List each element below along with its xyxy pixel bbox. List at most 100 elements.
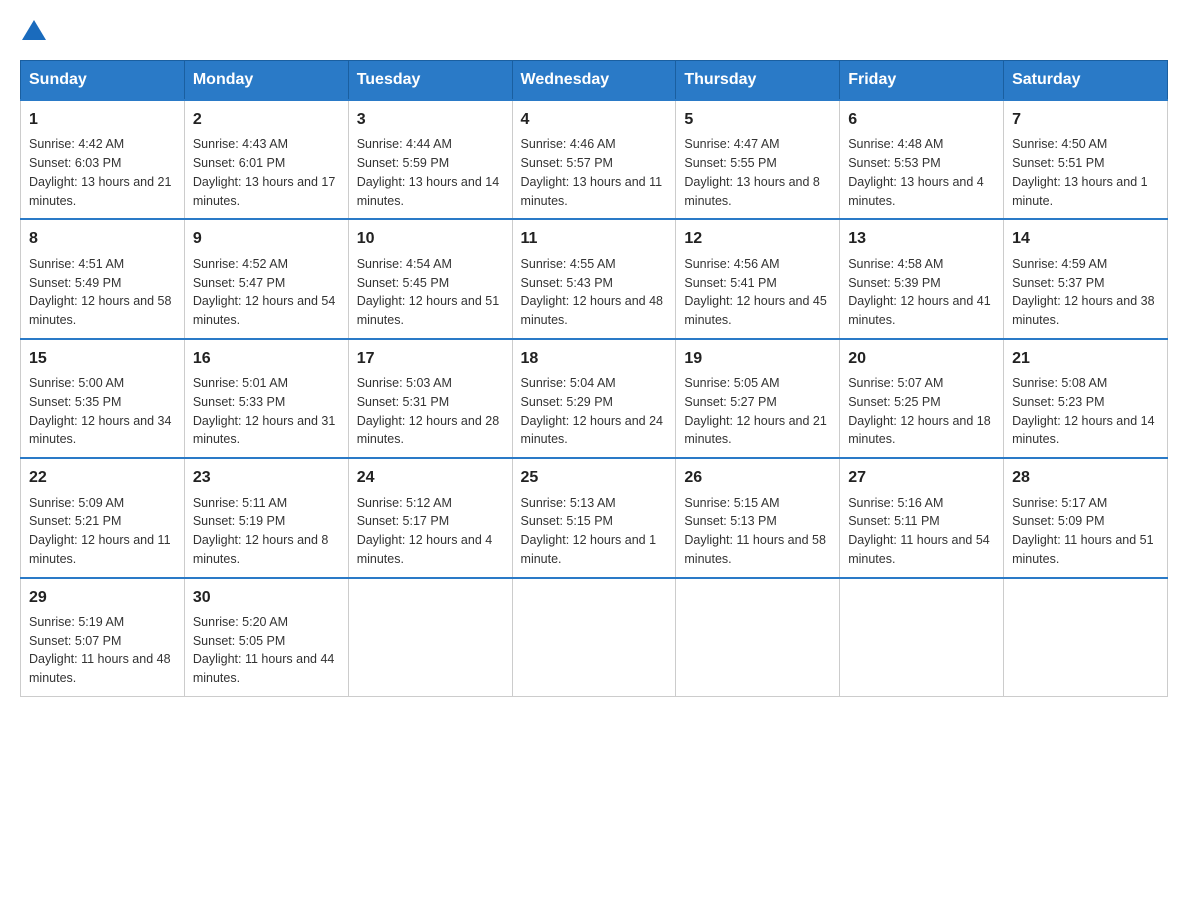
calendar-cell: 15 Sunrise: 5:00 AMSunset: 5:35 PMDaylig…	[21, 339, 185, 458]
day-number: 12	[684, 228, 831, 250]
day-info: Sunrise: 5:03 AMSunset: 5:31 PMDaylight:…	[357, 376, 499, 446]
calendar-cell	[512, 578, 676, 697]
day-number: 11	[521, 228, 668, 250]
day-info: Sunrise: 5:09 AMSunset: 5:21 PMDaylight:…	[29, 496, 171, 566]
calendar-cell: 20 Sunrise: 5:07 AMSunset: 5:25 PMDaylig…	[840, 339, 1004, 458]
calendar-cell	[1004, 578, 1168, 697]
day-info: Sunrise: 4:44 AMSunset: 5:59 PMDaylight:…	[357, 137, 499, 207]
day-number: 8	[29, 228, 176, 250]
day-number: 27	[848, 467, 995, 489]
day-number: 24	[357, 467, 504, 489]
day-number: 3	[357, 109, 504, 131]
calendar-cell: 14 Sunrise: 4:59 AMSunset: 5:37 PMDaylig…	[1004, 219, 1168, 338]
day-info: Sunrise: 5:04 AMSunset: 5:29 PMDaylight:…	[521, 376, 663, 446]
header-wednesday: Wednesday	[512, 61, 676, 101]
calendar-cell: 7 Sunrise: 4:50 AMSunset: 5:51 PMDayligh…	[1004, 100, 1168, 219]
calendar-cell: 29 Sunrise: 5:19 AMSunset: 5:07 PMDaylig…	[21, 578, 185, 697]
week-row-4: 22 Sunrise: 5:09 AMSunset: 5:21 PMDaylig…	[21, 458, 1168, 577]
day-number: 17	[357, 348, 504, 370]
day-info: Sunrise: 5:00 AMSunset: 5:35 PMDaylight:…	[29, 376, 171, 446]
day-info: Sunrise: 4:48 AMSunset: 5:53 PMDaylight:…	[848, 137, 984, 207]
day-info: Sunrise: 5:16 AMSunset: 5:11 PMDaylight:…	[848, 496, 990, 566]
day-number: 23	[193, 467, 340, 489]
calendar-table: SundayMondayTuesdayWednesdayThursdayFrid…	[20, 60, 1168, 697]
calendar-cell: 16 Sunrise: 5:01 AMSunset: 5:33 PMDaylig…	[184, 339, 348, 458]
day-info: Sunrise: 5:13 AMSunset: 5:15 PMDaylight:…	[521, 496, 657, 566]
day-info: Sunrise: 5:05 AMSunset: 5:27 PMDaylight:…	[684, 376, 826, 446]
header-tuesday: Tuesday	[348, 61, 512, 101]
calendar-cell: 30 Sunrise: 5:20 AMSunset: 5:05 PMDaylig…	[184, 578, 348, 697]
week-row-5: 29 Sunrise: 5:19 AMSunset: 5:07 PMDaylig…	[21, 578, 1168, 697]
day-info: Sunrise: 5:12 AMSunset: 5:17 PMDaylight:…	[357, 496, 493, 566]
calendar-cell: 12 Sunrise: 4:56 AMSunset: 5:41 PMDaylig…	[676, 219, 840, 338]
day-number: 2	[193, 109, 340, 131]
day-number: 18	[521, 348, 668, 370]
day-info: Sunrise: 4:51 AMSunset: 5:49 PMDaylight:…	[29, 257, 171, 327]
day-number: 6	[848, 109, 995, 131]
day-info: Sunrise: 4:52 AMSunset: 5:47 PMDaylight:…	[193, 257, 335, 327]
calendar-cell: 13 Sunrise: 4:58 AMSunset: 5:39 PMDaylig…	[840, 219, 1004, 338]
day-info: Sunrise: 4:59 AMSunset: 5:37 PMDaylight:…	[1012, 257, 1154, 327]
calendar-cell: 1 Sunrise: 4:42 AMSunset: 6:03 PMDayligh…	[21, 100, 185, 219]
week-row-3: 15 Sunrise: 5:00 AMSunset: 5:35 PMDaylig…	[21, 339, 1168, 458]
calendar-cell: 27 Sunrise: 5:16 AMSunset: 5:11 PMDaylig…	[840, 458, 1004, 577]
day-number: 10	[357, 228, 504, 250]
day-number: 13	[848, 228, 995, 250]
header-thursday: Thursday	[676, 61, 840, 101]
day-info: Sunrise: 4:55 AMSunset: 5:43 PMDaylight:…	[521, 257, 663, 327]
day-info: Sunrise: 4:43 AMSunset: 6:01 PMDaylight:…	[193, 137, 335, 207]
day-number: 14	[1012, 228, 1159, 250]
calendar-cell: 17 Sunrise: 5:03 AMSunset: 5:31 PMDaylig…	[348, 339, 512, 458]
calendar-cell: 2 Sunrise: 4:43 AMSunset: 6:01 PMDayligh…	[184, 100, 348, 219]
calendar-cell: 9 Sunrise: 4:52 AMSunset: 5:47 PMDayligh…	[184, 219, 348, 338]
day-number: 20	[848, 348, 995, 370]
day-info: Sunrise: 5:15 AMSunset: 5:13 PMDaylight:…	[684, 496, 826, 566]
day-number: 16	[193, 348, 340, 370]
day-info: Sunrise: 5:08 AMSunset: 5:23 PMDaylight:…	[1012, 376, 1154, 446]
calendar-cell: 5 Sunrise: 4:47 AMSunset: 5:55 PMDayligh…	[676, 100, 840, 219]
calendar-cell: 25 Sunrise: 5:13 AMSunset: 5:15 PMDaylig…	[512, 458, 676, 577]
header-friday: Friday	[840, 61, 1004, 101]
day-number: 29	[29, 587, 176, 609]
day-info: Sunrise: 4:46 AMSunset: 5:57 PMDaylight:…	[521, 137, 663, 207]
day-number: 4	[521, 109, 668, 131]
day-number: 1	[29, 109, 176, 131]
week-row-2: 8 Sunrise: 4:51 AMSunset: 5:49 PMDayligh…	[21, 219, 1168, 338]
header-sunday: Sunday	[21, 61, 185, 101]
day-number: 28	[1012, 467, 1159, 489]
day-info: Sunrise: 5:11 AMSunset: 5:19 PMDaylight:…	[193, 496, 329, 566]
page-header	[20, 20, 1168, 40]
day-number: 5	[684, 109, 831, 131]
calendar-cell: 8 Sunrise: 4:51 AMSunset: 5:49 PMDayligh…	[21, 219, 185, 338]
day-info: Sunrise: 4:42 AMSunset: 6:03 PMDaylight:…	[29, 137, 171, 207]
day-info: Sunrise: 5:17 AMSunset: 5:09 PMDaylight:…	[1012, 496, 1154, 566]
logo-triangle-icon	[22, 20, 46, 40]
day-info: Sunrise: 5:01 AMSunset: 5:33 PMDaylight:…	[193, 376, 335, 446]
calendar-cell: 10 Sunrise: 4:54 AMSunset: 5:45 PMDaylig…	[348, 219, 512, 338]
header-saturday: Saturday	[1004, 61, 1168, 101]
day-info: Sunrise: 5:07 AMSunset: 5:25 PMDaylight:…	[848, 376, 990, 446]
day-info: Sunrise: 4:56 AMSunset: 5:41 PMDaylight:…	[684, 257, 826, 327]
day-number: 19	[684, 348, 831, 370]
day-number: 9	[193, 228, 340, 250]
logo	[20, 20, 48, 40]
day-number: 15	[29, 348, 176, 370]
calendar-cell: 23 Sunrise: 5:11 AMSunset: 5:19 PMDaylig…	[184, 458, 348, 577]
calendar-cell	[840, 578, 1004, 697]
day-info: Sunrise: 5:19 AMSunset: 5:07 PMDaylight:…	[29, 615, 171, 685]
day-number: 25	[521, 467, 668, 489]
calendar-cell: 28 Sunrise: 5:17 AMSunset: 5:09 PMDaylig…	[1004, 458, 1168, 577]
calendar-cell: 24 Sunrise: 5:12 AMSunset: 5:17 PMDaylig…	[348, 458, 512, 577]
calendar-cell	[348, 578, 512, 697]
header-monday: Monday	[184, 61, 348, 101]
day-info: Sunrise: 4:47 AMSunset: 5:55 PMDaylight:…	[684, 137, 820, 207]
calendar-cell: 19 Sunrise: 5:05 AMSunset: 5:27 PMDaylig…	[676, 339, 840, 458]
calendar-cell: 26 Sunrise: 5:15 AMSunset: 5:13 PMDaylig…	[676, 458, 840, 577]
calendar-cell: 3 Sunrise: 4:44 AMSunset: 5:59 PMDayligh…	[348, 100, 512, 219]
day-number: 7	[1012, 109, 1159, 131]
calendar-cell	[676, 578, 840, 697]
calendar-cell: 18 Sunrise: 5:04 AMSunset: 5:29 PMDaylig…	[512, 339, 676, 458]
day-number: 22	[29, 467, 176, 489]
week-row-1: 1 Sunrise: 4:42 AMSunset: 6:03 PMDayligh…	[21, 100, 1168, 219]
day-info: Sunrise: 4:54 AMSunset: 5:45 PMDaylight:…	[357, 257, 499, 327]
